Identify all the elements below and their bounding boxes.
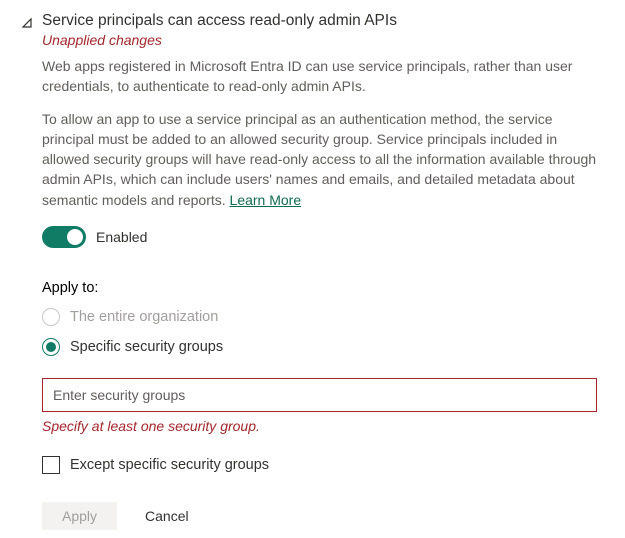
enabled-toggle-row: Enabled bbox=[42, 226, 605, 248]
except-groups-checkbox-row[interactable]: Except specific security groups bbox=[42, 456, 605, 474]
apply-to-label: Apply to: bbox=[42, 280, 605, 296]
description-text-2: To allow an app to use a service princip… bbox=[42, 111, 596, 208]
setting-title: Service principals can access read-only … bbox=[42, 12, 397, 30]
except-groups-label: Except specific security groups bbox=[70, 457, 269, 473]
radio-dot-icon bbox=[46, 342, 56, 352]
collapse-icon[interactable] bbox=[20, 16, 34, 30]
radio-specific-groups[interactable]: Specific security groups bbox=[42, 338, 605, 356]
checkbox-box-icon bbox=[42, 456, 60, 474]
setting-content: Unapplied changes Web apps registered in… bbox=[42, 32, 605, 530]
cancel-button[interactable]: Cancel bbox=[145, 508, 189, 524]
radio-label-entire-org: The entire organization bbox=[70, 309, 218, 325]
unapplied-changes-label: Unapplied changes bbox=[42, 32, 605, 48]
apply-button[interactable]: Apply bbox=[42, 502, 117, 530]
button-row: Apply Cancel bbox=[42, 502, 605, 530]
description-paragraph-2: To allow an app to use a service princip… bbox=[42, 109, 605, 210]
description-paragraph-1: Web apps registered in Microsoft Entra I… bbox=[42, 56, 605, 97]
setting-header: Service principals can access read-only … bbox=[20, 12, 605, 30]
radio-entire-organization: The entire organization bbox=[42, 308, 605, 326]
toggle-knob bbox=[67, 229, 83, 245]
radio-circle-icon bbox=[42, 338, 60, 356]
enabled-toggle-label: Enabled bbox=[96, 229, 147, 245]
security-groups-error: Specify at least one security group. bbox=[42, 418, 605, 434]
radio-circle-icon bbox=[42, 308, 60, 326]
security-groups-input[interactable] bbox=[42, 378, 597, 412]
enabled-toggle[interactable] bbox=[42, 226, 86, 248]
radio-label-specific-groups: Specific security groups bbox=[70, 339, 223, 355]
learn-more-link[interactable]: Learn More bbox=[230, 192, 302, 208]
